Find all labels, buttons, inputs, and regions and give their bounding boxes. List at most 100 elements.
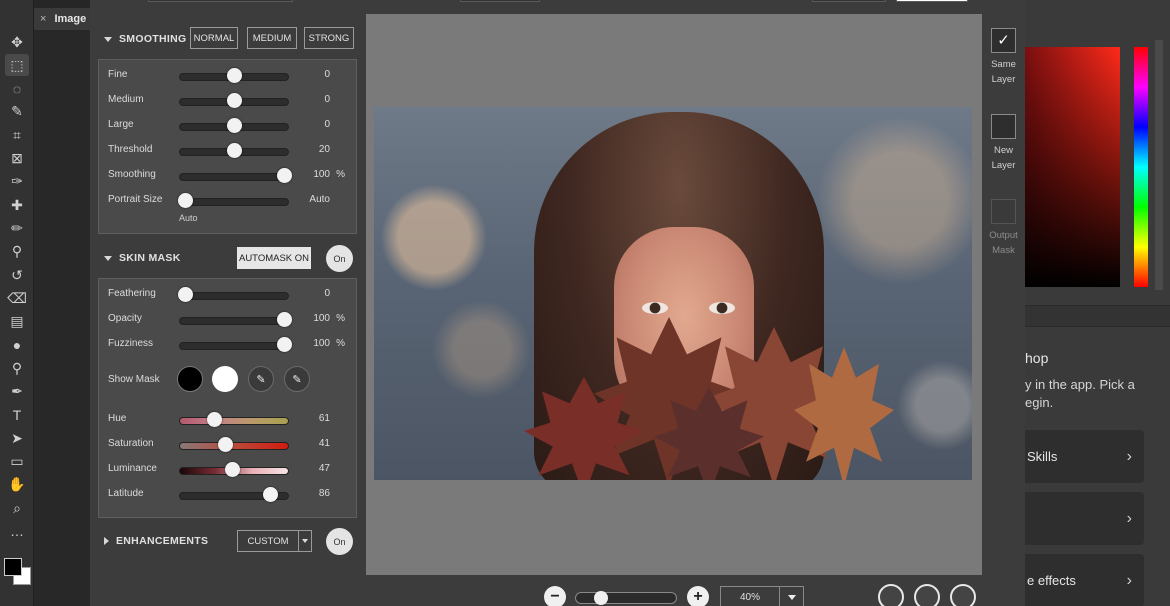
ps-canvas (34, 30, 90, 606)
eyedropper-tool-icon[interactable]: ✑ (5, 171, 29, 193)
more-tool-icon[interactable]: … (5, 520, 29, 542)
chevron-right-icon: › (1126, 447, 1132, 465)
enhancements-header[interactable]: ENHANCEMENTS (104, 528, 354, 554)
preview-image[interactable] (374, 107, 972, 480)
slider-handle[interactable] (177, 287, 193, 302)
slider-label: Portrait Size (108, 194, 163, 205)
slider-label: Latitude (108, 488, 144, 499)
expand-icon[interactable] (104, 537, 109, 545)
slider-track[interactable] (179, 417, 289, 425)
frame-tool-icon[interactable]: ⊠ (5, 148, 29, 170)
collapse-icon[interactable] (104, 36, 112, 42)
eraser-tool-icon[interactable]: ⌫ (5, 287, 29, 309)
mask-black-swatch[interactable] (177, 366, 203, 392)
slider-row-portrait-size: Portrait Size Auto Auto (99, 191, 358, 223)
type-tool-icon[interactable]: T (5, 404, 29, 426)
preset-normal-button[interactable]: NORMAL (190, 27, 238, 49)
skin-mask-toggle[interactable]: On (326, 245, 353, 272)
slider-handle[interactable] (227, 118, 242, 133)
scrollbar[interactable] (1155, 40, 1163, 290)
stamp-tool-icon[interactable]: ⚲ (5, 241, 29, 263)
slider-track[interactable] (179, 292, 289, 300)
brush-tool-icon[interactable]: ✏ (5, 217, 29, 239)
document-tab[interactable]: × Image (34, 8, 90, 30)
zoom-in-button[interactable]: + (687, 586, 709, 606)
top-field[interactable] (812, 0, 886, 2)
slider-handle[interactable] (276, 168, 292, 183)
preset-medium-button[interactable]: MEDIUM (247, 27, 297, 49)
quick-select-tool-icon[interactable]: ✎ (5, 101, 29, 123)
slider-track[interactable] (179, 442, 289, 450)
mask-white-swatch[interactable] (212, 366, 238, 392)
move-tool-icon[interactable]: ✥ (5, 31, 29, 53)
collapse-icon[interactable] (104, 255, 112, 261)
output-mask-option[interactable]: Output Mask (982, 199, 1025, 258)
color-picker-field[interactable] (1025, 47, 1120, 287)
slider-handle[interactable] (227, 68, 242, 83)
slider-track[interactable] (179, 198, 289, 206)
output-mask-checkbox[interactable] (991, 199, 1016, 224)
slider-unit: % (336, 169, 345, 180)
same-layer-option[interactable]: ✓ Same Layer (982, 28, 1025, 87)
enhancements-title: ENHANCEMENTS (116, 535, 209, 547)
slider-track[interactable] (179, 173, 289, 181)
slider-value: 0 (324, 94, 330, 105)
slider-handle[interactable] (177, 193, 193, 208)
learn-card[interactable]: › (1025, 492, 1144, 545)
eyedropper-icon[interactable]: ✎ (248, 366, 274, 392)
slider-label: Threshold (108, 144, 153, 155)
top-field[interactable] (460, 0, 540, 2)
hue-slider[interactable] (1134, 47, 1148, 287)
top-field[interactable] (148, 0, 293, 2)
learn-card[interactable]: e effects › (1025, 554, 1144, 606)
hand-tool-icon[interactable]: ✋ (5, 474, 29, 496)
zoom-out-button[interactable]: − (544, 586, 566, 606)
chevron-down-icon[interactable] (780, 586, 804, 606)
slider-handle[interactable] (227, 93, 242, 108)
new-layer-option[interactable]: New Layer (982, 114, 1025, 173)
slider-track[interactable] (179, 317, 289, 325)
gradient-tool-icon[interactable]: ▤ (5, 311, 29, 333)
chevron-down-icon[interactable] (298, 530, 312, 552)
path-select-tool-icon[interactable]: ➤ (5, 427, 29, 449)
crop-tool-icon[interactable]: ⌗ (5, 124, 29, 146)
slider-value: 100 (313, 313, 330, 324)
lasso-tool-icon[interactable]: ◌ (5, 78, 29, 100)
same-layer-label: Same Layer (991, 59, 1016, 85)
pen-tool-icon[interactable]: ✒ (5, 381, 29, 403)
slider-handle[interactable] (276, 337, 292, 352)
eyedropper-plus-icon[interactable]: ✎ (284, 366, 310, 392)
enhancements-preset-select[interactable]: CUSTOM (237, 530, 299, 552)
new-layer-checkbox[interactable] (991, 114, 1016, 139)
close-tab-icon[interactable]: × (40, 13, 46, 25)
marquee-tool-icon[interactable]: ⬚ (5, 54, 29, 77)
zoom-level-field[interactable]: 40% (720, 586, 780, 606)
slider-value: 47 (318, 463, 330, 474)
split-horizontal-view-icon[interactable] (914, 584, 940, 606)
learn-card[interactable]: Skills › (1025, 430, 1144, 483)
slider-handle[interactable] (224, 462, 240, 477)
healing-tool-icon[interactable]: ✚ (5, 194, 29, 216)
preset-strong-button[interactable]: STRONG (304, 27, 354, 49)
skin-mask-header[interactable]: SKIN MASK (104, 245, 354, 271)
slider-label: Hue (108, 413, 127, 424)
enhancements-toggle[interactable]: On (326, 528, 353, 555)
check-icon[interactable]: ✓ (991, 28, 1016, 53)
split-vertical-view-icon[interactable] (950, 584, 976, 606)
shape-tool-icon[interactable]: ▭ (5, 450, 29, 472)
zoom-tool-icon[interactable]: ⌕ (5, 497, 29, 519)
dodge-tool-icon[interactable]: ⚲ (5, 357, 29, 379)
slider-track[interactable] (179, 342, 289, 350)
automask-button[interactable]: AUTOMASK ON (237, 247, 311, 269)
blur-tool-icon[interactable]: ● (5, 334, 29, 356)
slider-handle[interactable] (276, 312, 292, 327)
top-field[interactable] (896, 0, 968, 2)
learn-panel-description: y in the app. Pick a egin. (1025, 377, 1135, 410)
slider-handle[interactable] (227, 143, 242, 158)
single-view-icon[interactable] (878, 584, 904, 606)
zoom-slider-handle[interactable] (593, 591, 608, 605)
slider-row-latitude: Latitude 86 (99, 485, 358, 505)
history-brush-tool-icon[interactable]: ↺ (5, 264, 29, 286)
zoom-slider[interactable] (575, 591, 677, 605)
foreground-color-swatch[interactable] (4, 558, 22, 576)
